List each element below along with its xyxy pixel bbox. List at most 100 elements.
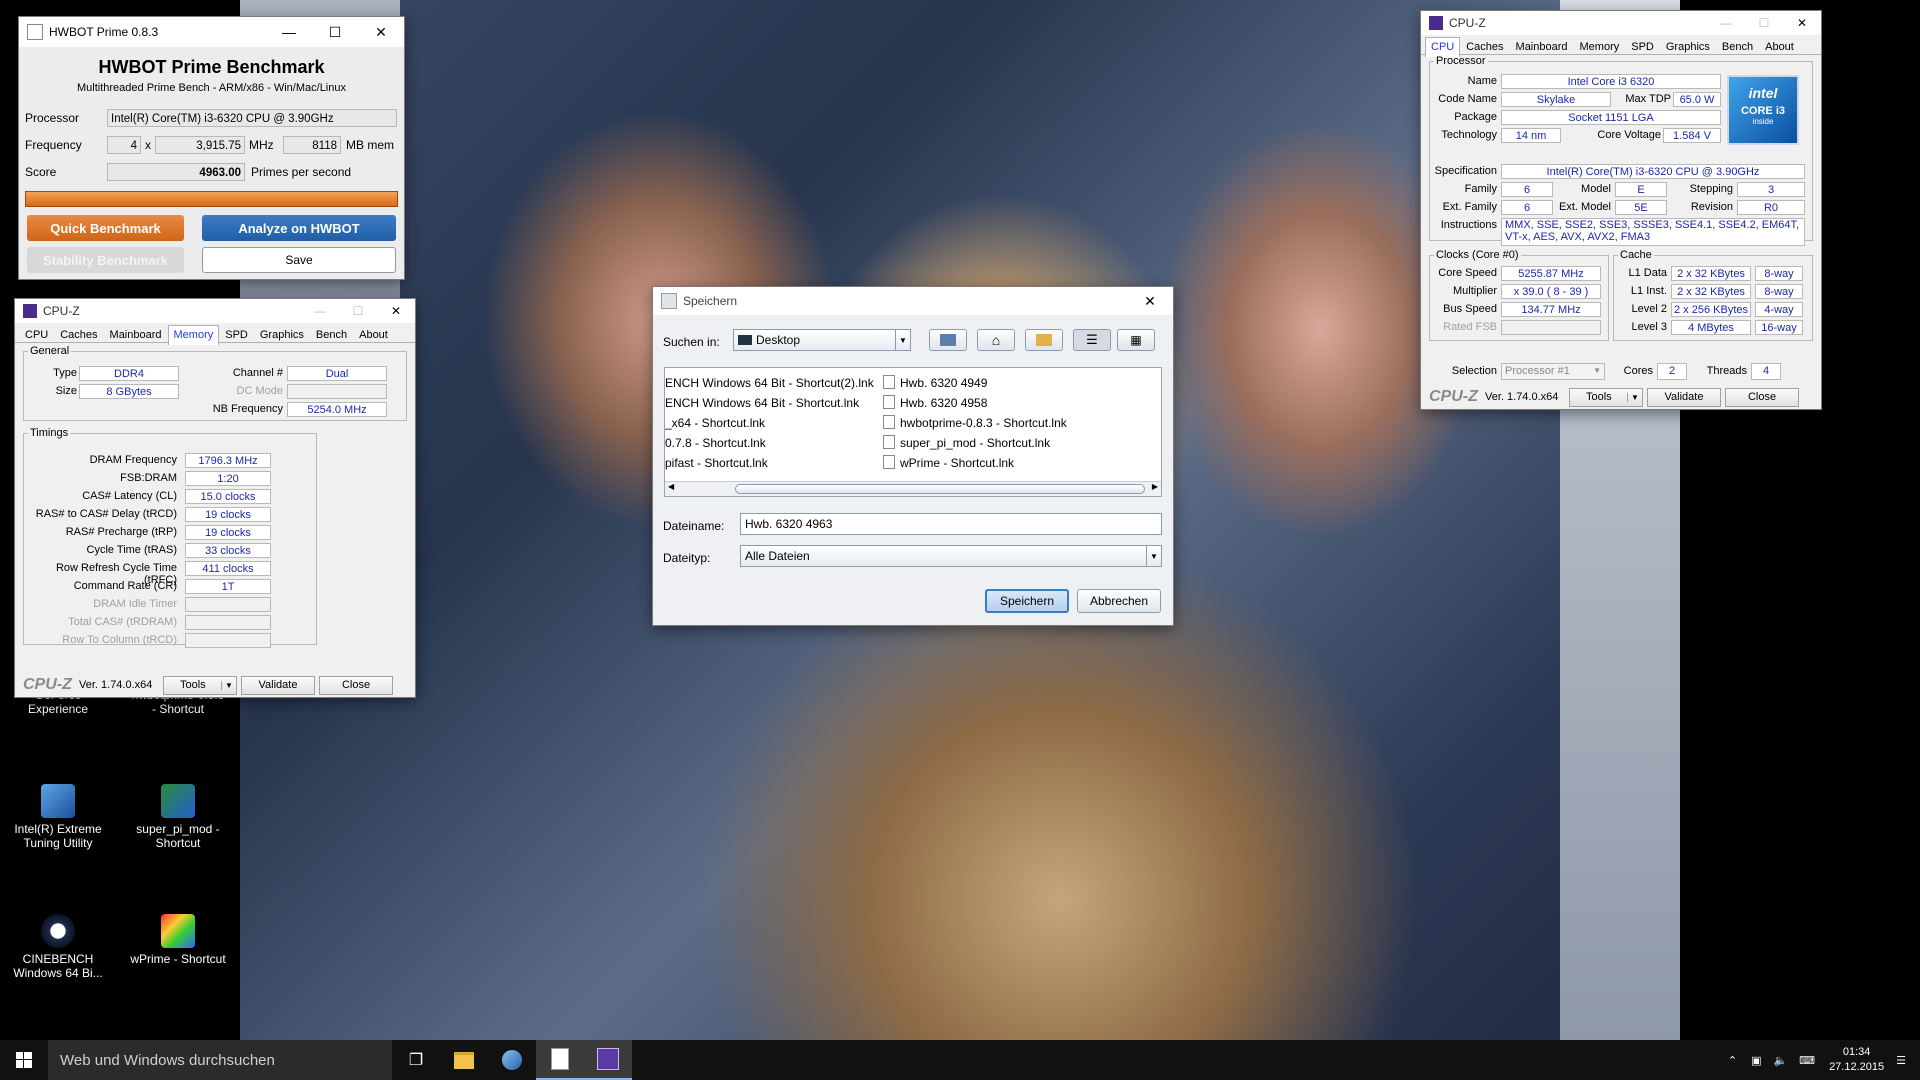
minimize-button[interactable]: — [301,299,339,323]
intel-sub: inside [1752,117,1774,126]
tab-graphics[interactable]: Graphics [254,325,310,345]
tab-bench[interactable]: Bench [1716,37,1759,57]
close-button[interactable]: Close [1725,387,1799,407]
save-dialog-save-button[interactable]: Speichern [985,589,1069,613]
cache-size-value: 2 x 256 KBytes [1671,302,1751,317]
show-hidden-icons-icon[interactable]: ⌃ [1728,1054,1737,1067]
xtu-taskbar-button[interactable] [488,1040,536,1080]
maximize-button[interactable]: ☐ [339,299,377,323]
close-button[interactable]: Close [319,675,393,695]
start-button[interactable] [0,1040,48,1080]
validate-button[interactable]: Validate [1647,387,1721,407]
desktop-icon-xtu[interactable]: Intel(R) Extreme Tuning Utility [8,784,108,850]
tab-caches[interactable]: Caches [1460,37,1509,57]
titlebar[interactable]: HWBOT Prime 0.8.3 — ☐ ✕ [19,17,404,47]
stability-benchmark-button[interactable]: Stability Benchmark [27,247,184,273]
lookin-dropdown[interactable]: Desktop ▼ [733,329,911,351]
hwbot-taskbar-button[interactable] [536,1040,584,1080]
file-list-item[interactable]: super_pi_mod - Shortcut.lnk [883,434,1050,452]
tab-memory[interactable]: Memory [1574,37,1626,57]
cancel-button[interactable]: Abbrechen [1077,589,1161,613]
save-button[interactable]: Save [202,247,396,273]
tab-memory[interactable]: Memory [167,325,220,345]
details-view-button[interactable]: ▦ [1117,329,1155,351]
new-folder-button[interactable] [1025,329,1063,351]
scroll-right-icon[interactable]: ▶ [1152,482,1158,491]
maximize-button[interactable]: ☐ [1745,11,1783,35]
model-value: E [1615,182,1667,197]
network-icon[interactable]: ▣ [1751,1054,1761,1067]
filetype-dropdown[interactable]: Alle Dateien ▼ [740,545,1162,567]
titlebar[interactable]: Speichern ✕ [653,287,1173,315]
dropdown-arrow-icon[interactable]: ▼ [1627,392,1642,402]
task-view-button[interactable]: ❐ [392,1040,440,1080]
filename-input[interactable]: Hwb. 6320 4963 [740,513,1162,535]
file-icon [883,375,895,389]
tab-mainboard[interactable]: Mainboard [1510,37,1574,57]
java-app-icon [661,293,677,309]
file-list-item[interactable]: 0.7.8 - Shortcut.lnk [665,434,766,452]
validate-button[interactable]: Validate [241,675,315,695]
desktop-icon-cinebench[interactable]: CINEBENCH Windows 64 Bi... [8,914,108,980]
tab-bench[interactable]: Bench [310,325,353,345]
close-button[interactable]: ✕ [1783,11,1821,35]
clock[interactable]: 01:34 27.12.2015 [1829,1045,1884,1075]
tab-about[interactable]: About [353,325,394,345]
tab-cpu[interactable]: CPU [19,325,54,345]
action-center-icon[interactable]: ☰ [1896,1054,1906,1067]
file-explorer-button[interactable] [440,1040,488,1080]
codename-value: Skylake [1501,92,1611,107]
up-folder-icon [940,334,956,346]
tab-graphics[interactable]: Graphics [1660,37,1716,57]
ext-model-label: Ext. Model [1559,201,1611,213]
analyze-button[interactable]: Analyze on HWBOT [202,215,396,241]
file-list-item[interactable]: _x64 - Shortcut.lnk [665,414,765,432]
file-list-item[interactable]: Hwb. 6320 4958 [883,394,987,412]
titlebar[interactable]: CPU-Z — ☐ ✕ [1421,11,1821,35]
dropdown-arrow-icon[interactable]: ▼ [221,680,236,690]
home-button[interactable]: ⌂ [977,329,1015,351]
superpi-icon [161,784,195,818]
scroll-thumb[interactable] [735,484,1145,494]
threads-field: 4 [107,135,141,154]
up-folder-button[interactable] [929,329,967,351]
file-list-item[interactable]: Hwb. 6320 4949 [883,374,987,392]
desktop-icon-wprime[interactable]: wPrime - Shortcut [128,914,228,966]
tools-button[interactable]: Tools ▼ [1569,387,1643,407]
titlebar[interactable]: CPU-Z — ☐ ✕ [15,299,415,323]
quick-benchmark-button[interactable]: Quick Benchmark [27,215,184,241]
close-button[interactable]: ✕ [377,299,415,323]
scroll-left-icon[interactable]: ◀ [668,482,674,491]
minimize-button[interactable]: — [266,17,312,47]
cpuz-taskbar-button[interactable] [584,1040,632,1080]
file-list-item[interactable]: wPrime - Shortcut.lnk [883,454,1014,472]
search-input[interactable]: Web und Windows durchsuchen [48,1040,392,1080]
timings-legend: Timings [30,427,69,439]
file-list-item[interactable]: hwbotprime-0.8.3 - Shortcut.lnk [883,414,1067,432]
tab-cpu[interactable]: CPU [1425,37,1461,57]
tab-about[interactable]: About [1759,37,1800,57]
minimize-button[interactable]: — [1707,11,1745,35]
horizontal-scrollbar[interactable]: ◀ ▶ [665,481,1161,496]
volume-icon[interactable]: 🔈 [1773,1054,1787,1067]
desktop-icon-superpi[interactable]: super_pi_mod - Shortcut [128,784,228,850]
core-voltage-label: Core Voltage [1597,129,1661,141]
list-view-button[interactable]: ☰ [1073,329,1111,351]
tab-caches[interactable]: Caches [54,325,103,345]
file-name: Hwb. 6320 4958 [900,396,988,410]
close-button[interactable]: ✕ [358,17,404,47]
package-value: Socket 1151 LGA [1501,110,1721,125]
tools-button[interactable]: Tools ▼ [163,675,237,695]
file-list-item[interactable]: ENCH Windows 64 Bit - Shortcut.lnk [665,394,859,412]
stepping-value: 3 [1737,182,1805,197]
file-list-item[interactable]: pifast - Shortcut.lnk [665,454,768,472]
tab-spd[interactable]: SPD [219,325,254,345]
tab-mainboard[interactable]: Mainboard [104,325,168,345]
selection-dropdown[interactable]: Processor #1 ▼ [1501,363,1605,380]
tab-spd[interactable]: SPD [1625,37,1660,57]
keyboard-icon[interactable]: ⌨ [1799,1054,1815,1067]
file-list-item[interactable]: ENCH Windows 64 Bit - Shortcut(2).lnk [665,374,874,392]
maximize-button[interactable]: ☐ [312,17,358,47]
file-list[interactable]: ENCH Windows 64 Bit - Shortcut(2).lnk ENC… [664,367,1162,497]
close-button[interactable]: ✕ [1127,286,1173,316]
